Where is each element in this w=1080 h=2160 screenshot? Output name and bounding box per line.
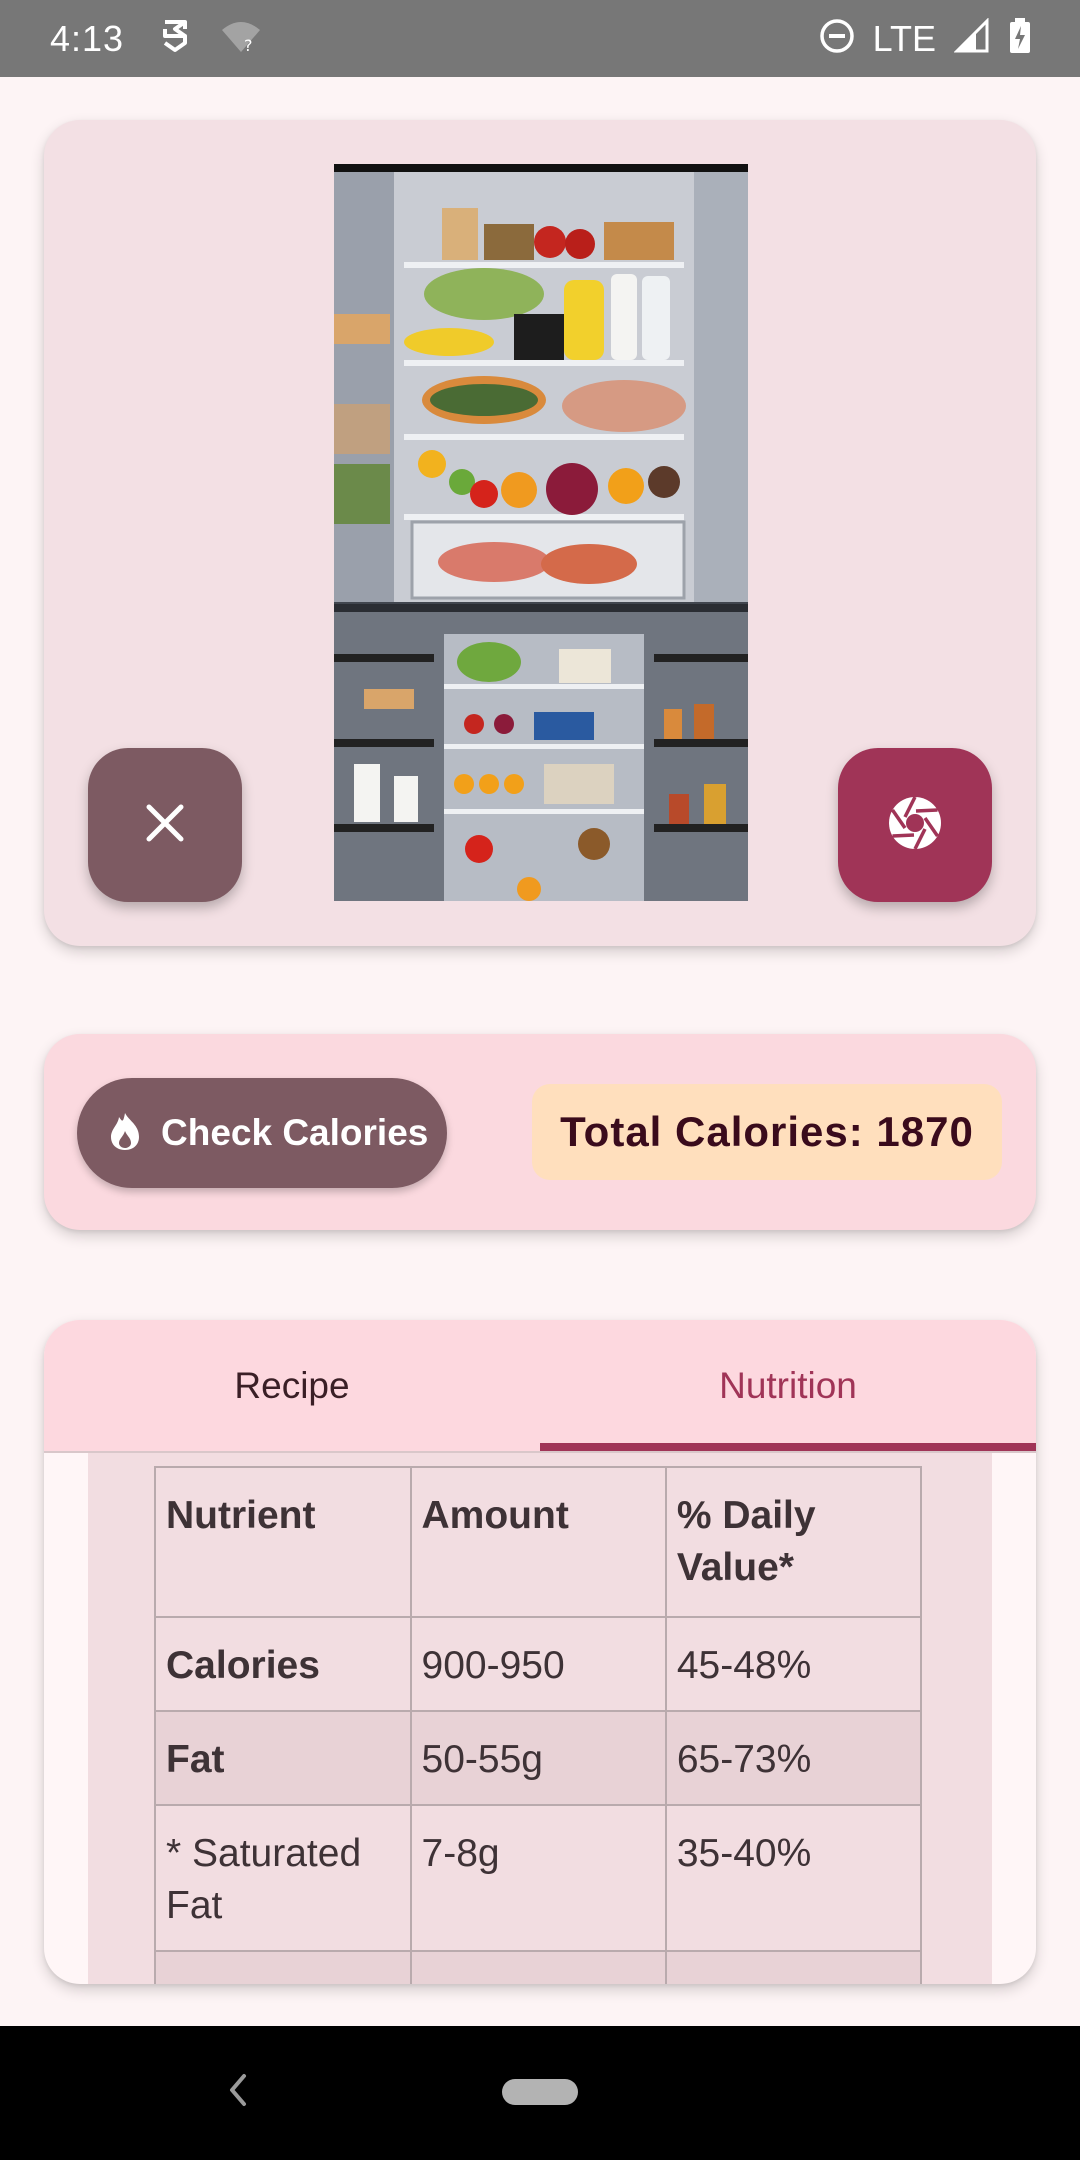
table-row: Calories 900-950 45-48% xyxy=(154,1616,923,1712)
cell-amount xyxy=(409,1950,667,1984)
tab-nutrition-label: Nutrition xyxy=(719,1365,857,1406)
cell-amount: 7-8g xyxy=(409,1804,667,1952)
battery-charging-icon xyxy=(1008,17,1032,60)
tab-recipe-label: Recipe xyxy=(234,1365,350,1406)
tab-nutrition[interactable]: Nutrition xyxy=(540,1320,1036,1452)
cell-nutrient: Calories xyxy=(154,1616,412,1712)
close-button[interactable] xyxy=(88,748,242,902)
cell-nutrient: * Saturated Fat xyxy=(154,1804,412,1952)
cell-daily-value: 65-73% xyxy=(664,1710,923,1806)
header-nutrient: Nutrient xyxy=(154,1466,412,1618)
cell-nutrient: Fat xyxy=(154,1710,412,1806)
do-not-disturb-icon xyxy=(819,18,855,59)
home-pill-button[interactable] xyxy=(502,2079,578,2105)
cell-nutrient xyxy=(154,1950,412,1984)
camera-shutter-icon xyxy=(887,795,943,856)
header-daily-value: % Daily Value* xyxy=(664,1466,923,1618)
back-icon[interactable] xyxy=(220,2070,256,2115)
header-amount: Amount xyxy=(409,1466,667,1618)
tab-bar: Recipe Nutrition xyxy=(44,1320,1036,1452)
capture-button[interactable] xyxy=(838,748,992,902)
status-bar: 4:13 ? LTE xyxy=(0,0,1080,77)
table-row: * Saturated Fat 7-8g 35-40% xyxy=(154,1804,923,1952)
check-calories-button[interactable]: Check Calories xyxy=(77,1078,447,1188)
flame-icon xyxy=(107,1111,143,1156)
check-calories-label: Check Calories xyxy=(161,1112,429,1153)
total-calories-chip: Total Calories: 1870 xyxy=(532,1084,1002,1180)
tab-recipe[interactable]: Recipe xyxy=(44,1320,540,1452)
table-header-row: Nutrient Amount % Daily Value* xyxy=(154,1466,923,1618)
results-card: Recipe Nutrition Nutrient Amount % Daily… xyxy=(44,1320,1036,1984)
signal-icon xyxy=(953,17,990,59)
calories-card: Check Calories Total Calories: 1870 xyxy=(44,1034,1036,1230)
camera-preview-card xyxy=(44,120,1036,946)
cell-daily-value: 45-48% xyxy=(664,1616,923,1712)
table-row xyxy=(154,1950,923,1984)
nutrition-table: Nutrient Amount % Daily Value* Calories … xyxy=(154,1466,923,1984)
table-row: Fat 50-55g 65-73% xyxy=(154,1710,923,1806)
vpn-icon xyxy=(158,17,192,60)
cell-daily-value: 35-40% xyxy=(664,1804,923,1952)
wifi-unknown-icon: ? xyxy=(220,18,262,59)
close-icon xyxy=(143,801,187,850)
network-type: LTE xyxy=(872,17,936,59)
nutrition-content[interactable]: Nutrient Amount % Daily Value* Calories … xyxy=(88,1453,992,1984)
clock: 4:13 xyxy=(50,17,125,59)
fridge-photo xyxy=(334,164,748,901)
cell-amount: 50-55g xyxy=(409,1710,667,1806)
cell-daily-value xyxy=(664,1950,923,1984)
cell-amount: 900-950 xyxy=(409,1616,667,1712)
svg-text:?: ? xyxy=(244,36,253,54)
